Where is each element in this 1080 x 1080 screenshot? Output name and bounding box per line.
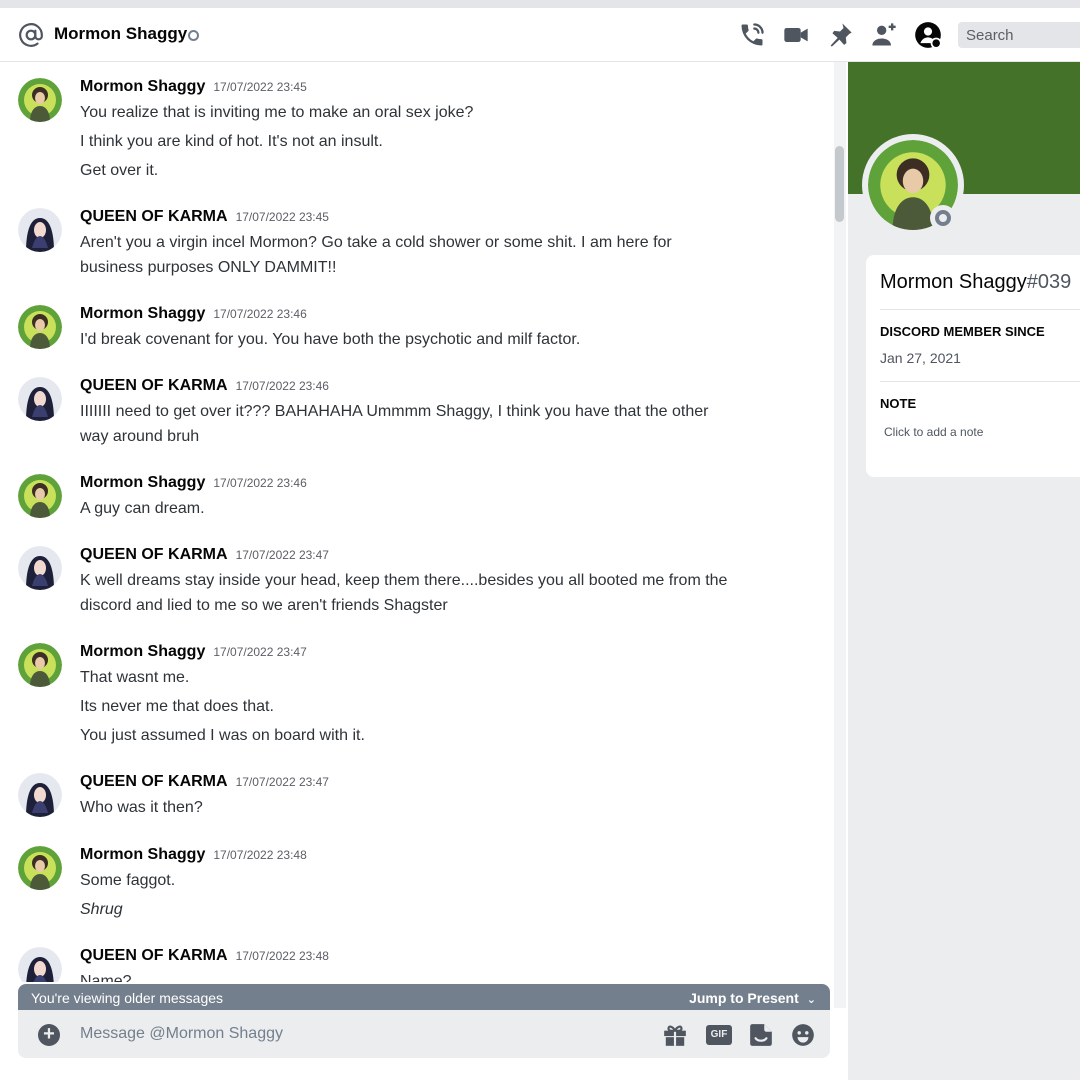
channel-title: Mormon Shaggy: [54, 24, 188, 43]
message-timestamp: 17/07/2022 23:45: [235, 210, 329, 224]
note-label: NOTE: [880, 396, 917, 411]
jump-to-present-button[interactable]: Jump to Present ⌄: [689, 990, 816, 1006]
older-messages-bar: You're viewing older messages Jump to Pr…: [18, 984, 830, 1012]
message-text: way around bruh: [80, 428, 200, 445]
chat-scrollbar-thumb[interactable]: [835, 146, 844, 222]
message-timestamp: 17/07/2022 23:47: [235, 775, 329, 789]
message-text: I'd break covenant for you. You have bot…: [80, 331, 581, 348]
message-timestamp: 17/07/2022 23:47: [213, 645, 307, 659]
avatar[interactable]: [18, 78, 62, 122]
note-input[interactable]: Click to add a note: [884, 425, 983, 439]
add-attachment-icon[interactable]: +: [38, 1024, 60, 1046]
message-timestamp: 17/07/2022 23:47: [235, 548, 329, 562]
search-input[interactable]: Search: [958, 22, 1080, 48]
message-text: I think you are kind of hot. It's not an…: [80, 133, 383, 150]
older-messages-text: You're viewing older messages: [31, 990, 224, 1006]
emoji-icon[interactable]: [790, 1022, 816, 1048]
avatar[interactable]: [18, 773, 62, 817]
message-text: A guy can dream.: [80, 500, 205, 517]
jump-to-present-label: Jump to Present: [689, 990, 799, 1006]
avatar[interactable]: [18, 474, 62, 518]
gif-button[interactable]: GIF: [706, 1025, 732, 1045]
offline-status-icon: [930, 205, 956, 231]
user-profile-icon[interactable]: [914, 21, 942, 49]
avatar[interactable]: [18, 546, 62, 590]
window-top-strip: [0, 0, 1080, 8]
message-text: discord and lied to me so we aren't frie…: [80, 597, 448, 614]
message-composer: + GIF: [18, 1010, 830, 1058]
avatar[interactable]: [18, 846, 62, 890]
profile-card: Mormon Shaggy#039 DISCORD MEMBER SINCE J…: [866, 255, 1080, 477]
message-timestamp: 17/07/2022 23:48: [213, 848, 307, 862]
message-author[interactable]: Mormon Shaggy: [80, 78, 205, 95]
message-text: K well dreams stay inside your head, kee…: [80, 572, 728, 589]
profile-discriminator: #039: [1026, 271, 1072, 293]
message-text: Name?: [80, 973, 132, 982]
user-profile-panel: Mormon Shaggy#039 DISCORD MEMBER SINCE J…: [848, 62, 1080, 1080]
gift-icon[interactable]: [662, 1022, 688, 1048]
message-timestamp: 17/07/2022 23:46: [213, 476, 307, 490]
message-author[interactable]: QUEEN OF KARMA: [80, 208, 228, 225]
message-text: Who was it then?: [80, 799, 203, 816]
message-timestamp: 17/07/2022 23:46: [213, 307, 307, 321]
message-input[interactable]: [80, 1023, 640, 1045]
message-text: You realize that is inviting me to make …: [80, 104, 474, 121]
message-author[interactable]: QUEEN OF KARMA: [80, 773, 228, 790]
message-author[interactable]: QUEEN OF KARMA: [80, 947, 228, 964]
message-author[interactable]: Mormon Shaggy: [80, 474, 205, 491]
avatar[interactable]: [18, 947, 62, 982]
profile-name: Mormon Shaggy: [880, 271, 1027, 293]
member-since-label: DISCORD MEMBER SINCE: [880, 324, 1045, 339]
video-camera-icon[interactable]: [782, 21, 810, 49]
message-text: business purposes ONLY DAMMIT!!: [80, 259, 337, 276]
message-text: That wasnt me.: [80, 669, 190, 686]
message-author[interactable]: Mormon Shaggy: [80, 846, 205, 863]
message-text: Aren't you a virgin incel Mormon? Go tak…: [80, 234, 672, 251]
message-text: Shrug: [80, 901, 123, 918]
message-text: Some faggot.: [80, 872, 176, 889]
message-timestamp: 17/07/2022 23:48: [235, 949, 329, 963]
message-author[interactable]: Mormon Shaggy: [80, 305, 205, 322]
divider: [880, 309, 1080, 310]
channel-header: Mormon Shaggy Search: [0, 8, 1080, 62]
message-text: Get over it.: [80, 162, 159, 179]
message-timestamp: 17/07/2022 23:45: [213, 80, 307, 94]
chevron-down-icon: ⌄: [806, 994, 816, 1006]
message-timestamp: 17/07/2022 23:46: [235, 379, 329, 393]
message-author[interactable]: Mormon Shaggy: [80, 643, 205, 660]
message-text: You just assumed I was on board with it.: [80, 727, 365, 744]
pin-icon[interactable]: [826, 21, 854, 49]
message-list[interactable]: Mormon Shaggy 17/07/2022 23:45 You realiz…: [0, 62, 834, 982]
avatar[interactable]: [18, 208, 62, 252]
offline-status-icon: [188, 30, 199, 41]
phone-call-icon[interactable]: [738, 21, 766, 49]
message-author[interactable]: QUEEN OF KARMA: [80, 377, 228, 394]
member-since-date: Jan 27, 2021: [880, 350, 961, 366]
message-text: Its never me that does that.: [80, 698, 274, 715]
avatar[interactable]: [18, 643, 62, 687]
avatar[interactable]: [18, 305, 62, 349]
add-friend-icon[interactable]: [870, 21, 898, 49]
message-author[interactable]: QUEEN OF KARMA: [80, 546, 228, 563]
profile-username[interactable]: Mormon Shaggy#039: [880, 271, 1071, 294]
at-icon: [19, 23, 43, 47]
avatar[interactable]: [18, 377, 62, 421]
divider: [880, 381, 1080, 382]
sticker-icon[interactable]: [748, 1022, 774, 1048]
message-text: IIIIIII need to get over it??? BAHAHAHA …: [80, 403, 709, 420]
